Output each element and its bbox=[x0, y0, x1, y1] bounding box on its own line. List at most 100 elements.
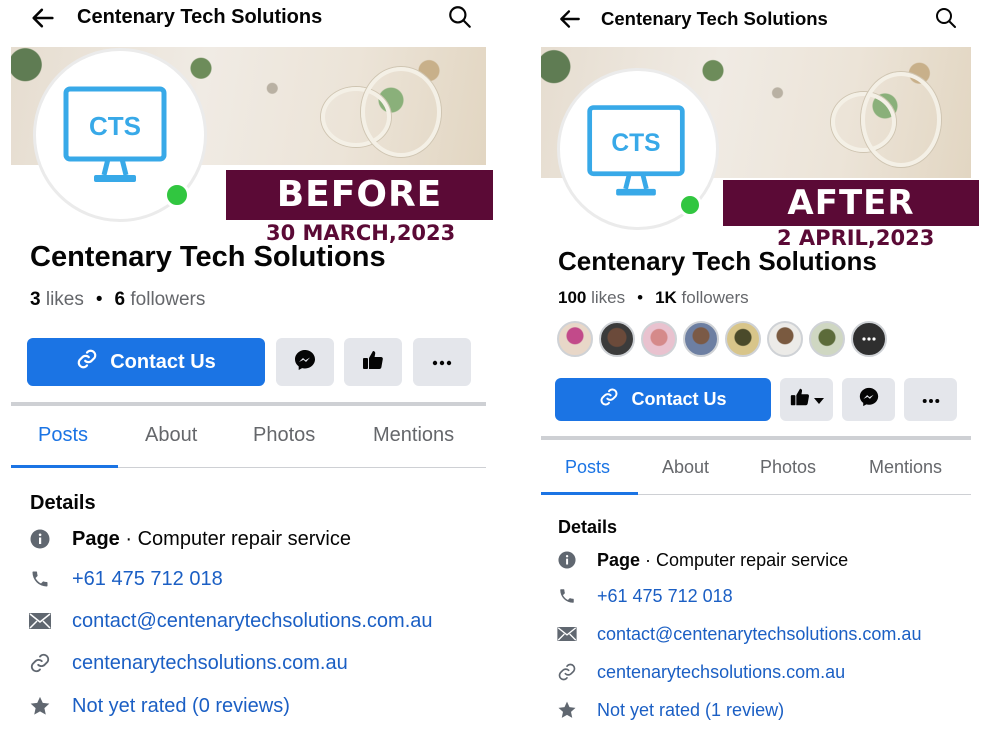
contact-us-label: Contact Us bbox=[631, 389, 727, 409]
link-icon bbox=[599, 387, 619, 412]
phone-link[interactable]: +61 475 712 018 bbox=[597, 586, 733, 607]
contact-us-button[interactable]: Contact Us bbox=[27, 338, 265, 386]
rating-row[interactable]: Not yet rated (0 reviews) bbox=[28, 694, 290, 718]
email-link[interactable]: contact@centenarytechsolutions.com.au bbox=[72, 610, 433, 633]
link-icon bbox=[28, 651, 52, 675]
avatar[interactable] bbox=[641, 321, 677, 357]
followers-count: 1K bbox=[655, 288, 677, 307]
online-status-indicator bbox=[164, 182, 190, 208]
rating-link[interactable]: Not yet rated (1 review) bbox=[597, 700, 784, 721]
thumbs-up-icon bbox=[789, 386, 811, 413]
avatar[interactable] bbox=[599, 321, 635, 357]
followers-label[interactable]: followers bbox=[682, 288, 749, 307]
phone-icon bbox=[28, 567, 52, 591]
page-stats: 3 likes • 6 followers bbox=[30, 289, 206, 310]
category-prefix: Page bbox=[72, 527, 120, 550]
phone-icon bbox=[555, 584, 579, 608]
info-icon bbox=[555, 548, 579, 572]
email-link[interactable]: contact@centenarytechsolutions.com.au bbox=[597, 624, 921, 645]
back-arrow-icon[interactable] bbox=[557, 6, 583, 37]
chevron-down-icon bbox=[814, 391, 824, 409]
info-icon bbox=[28, 527, 52, 551]
avatar[interactable] bbox=[725, 321, 761, 357]
header-title: Centenary Tech Solutions bbox=[601, 8, 828, 29]
details-heading: Details bbox=[558, 517, 618, 537]
app-header: Centenary Tech Solutions bbox=[541, 0, 971, 40]
page-title: Centenary Tech Solutions bbox=[30, 241, 386, 273]
before-screenshot: Centenary Tech Solutions CTS BEFORE 30 M… bbox=[11, 0, 493, 730]
page-stats: 100 likes • 1K followers bbox=[558, 288, 749, 307]
before-banner: BEFORE bbox=[226, 170, 493, 220]
category-row: Page · Computer repair service bbox=[555, 548, 848, 572]
category-text: · Computer repair service bbox=[125, 527, 351, 550]
more-icon bbox=[922, 391, 940, 409]
mail-icon bbox=[555, 622, 579, 646]
rating-row[interactable]: Not yet rated (1 review) bbox=[555, 698, 784, 722]
tab-mentions[interactable]: Mentions bbox=[869, 457, 942, 478]
tab-photos[interactable]: Photos bbox=[760, 457, 816, 478]
link-icon bbox=[76, 348, 98, 376]
logo-text: CTS bbox=[611, 130, 660, 157]
email-row[interactable]: contact@centenarytechsolutions.com.au bbox=[555, 622, 921, 646]
website-row[interactable]: centenarytechsolutions.com.au bbox=[555, 660, 845, 684]
back-arrow-icon[interactable] bbox=[29, 4, 57, 37]
likes-count: 100 bbox=[558, 288, 587, 307]
more-options-button[interactable] bbox=[904, 378, 957, 421]
profile-tabs: Posts About Photos Mentions bbox=[541, 440, 971, 495]
category-row: Page · Computer repair service bbox=[28, 527, 351, 551]
star-icon bbox=[555, 698, 579, 722]
link-icon bbox=[555, 660, 579, 684]
messenger-icon bbox=[858, 386, 880, 413]
category-prefix: Page bbox=[597, 549, 641, 570]
search-icon[interactable] bbox=[447, 4, 473, 35]
avatar[interactable] bbox=[767, 321, 803, 357]
followers-label[interactable]: followers bbox=[130, 289, 205, 310]
avatar[interactable] bbox=[683, 321, 719, 357]
phone-row[interactable]: +61 475 712 018 bbox=[555, 584, 733, 608]
website-link[interactable]: centenarytechsolutions.com.au bbox=[597, 662, 845, 683]
app-header: Centenary Tech Solutions bbox=[11, 0, 486, 40]
likes-label[interactable]: likes bbox=[46, 289, 84, 310]
like-button[interactable] bbox=[344, 338, 402, 386]
followers-count: 6 bbox=[114, 289, 126, 310]
thumbs-up-icon bbox=[361, 348, 385, 377]
more-followers-avatar[interactable] bbox=[851, 321, 887, 357]
website-row[interactable]: centenarytechsolutions.com.au bbox=[28, 651, 348, 675]
active-tab-indicator bbox=[541, 492, 638, 495]
liked-dropdown-button[interactable] bbox=[780, 378, 833, 421]
message-button[interactable] bbox=[842, 378, 895, 421]
message-button[interactable] bbox=[276, 338, 334, 386]
header-title: Centenary Tech Solutions bbox=[77, 6, 323, 28]
after-banner: AFTER bbox=[723, 180, 979, 226]
profile-tabs: Posts About Photos Mentions bbox=[11, 406, 486, 468]
tab-about[interactable]: About bbox=[662, 457, 709, 478]
more-icon bbox=[432, 353, 452, 371]
rating-link[interactable]: Not yet rated (0 reviews) bbox=[72, 695, 290, 718]
contact-us-label: Contact Us bbox=[110, 350, 216, 373]
details-heading: Details bbox=[30, 492, 96, 514]
website-link[interactable]: centenarytechsolutions.com.au bbox=[72, 652, 348, 675]
more-icon bbox=[862, 337, 876, 341]
phone-link[interactable]: +61 475 712 018 bbox=[72, 568, 223, 591]
tab-about[interactable]: About bbox=[145, 424, 197, 447]
tab-posts[interactable]: Posts bbox=[38, 424, 88, 447]
after-screenshot: Centenary Tech Solutions CTS AFTER 2 APR… bbox=[541, 0, 979, 730]
contact-us-button[interactable]: Contact Us bbox=[555, 378, 771, 421]
active-tab-indicator bbox=[11, 465, 118, 468]
messenger-icon bbox=[293, 348, 317, 377]
tab-photos[interactable]: Photos bbox=[253, 424, 315, 447]
search-icon[interactable] bbox=[934, 6, 958, 35]
email-row[interactable]: contact@centenarytechsolutions.com.au bbox=[28, 609, 433, 633]
likes-count: 3 bbox=[30, 289, 41, 310]
more-options-button[interactable] bbox=[413, 338, 471, 386]
mail-icon bbox=[28, 609, 52, 633]
tab-mentions[interactable]: Mentions bbox=[373, 424, 454, 447]
avatar[interactable] bbox=[557, 321, 593, 357]
tab-posts[interactable]: Posts bbox=[565, 457, 610, 478]
phone-row[interactable]: +61 475 712 018 bbox=[28, 567, 223, 591]
page-title: Centenary Tech Solutions bbox=[558, 246, 877, 276]
likes-label[interactable]: likes bbox=[591, 288, 625, 307]
online-status-indicator bbox=[678, 193, 702, 217]
avatar[interactable] bbox=[809, 321, 845, 357]
logo-text: CTS bbox=[89, 111, 141, 141]
